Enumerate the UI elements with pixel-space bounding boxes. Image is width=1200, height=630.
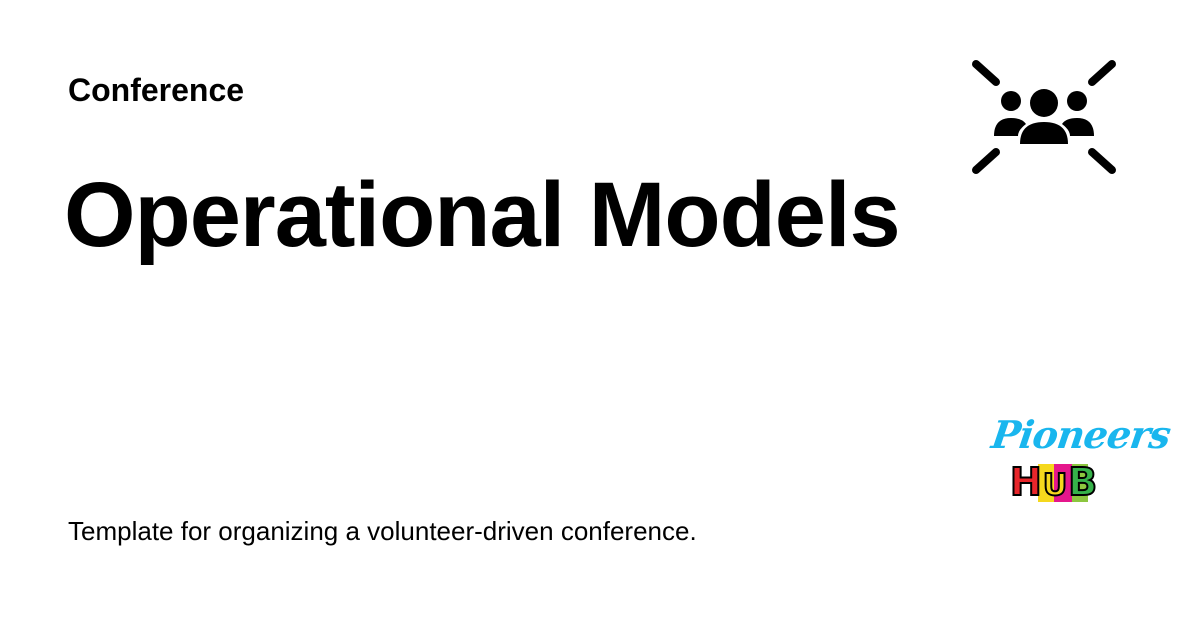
group-focus-icon: [972, 60, 1116, 174]
logo-letter-b: B: [1067, 459, 1099, 505]
pioneers-hub-logo: Pioneers HUB: [988, 412, 1173, 508]
logo-letter-u: U: [1042, 467, 1069, 504]
logo-top-text: Pioneers: [988, 412, 1173, 457]
page-title: Operational Models: [64, 164, 901, 266]
category-label: Conference: [68, 72, 245, 108]
logo-hub-text: HUB: [1009, 459, 1099, 508]
page-description: Template for organizing a volunteer-driv…: [68, 516, 697, 546]
logo-hub-block: HUB: [1009, 459, 1116, 508]
logo-letter-h: H: [1009, 459, 1043, 505]
